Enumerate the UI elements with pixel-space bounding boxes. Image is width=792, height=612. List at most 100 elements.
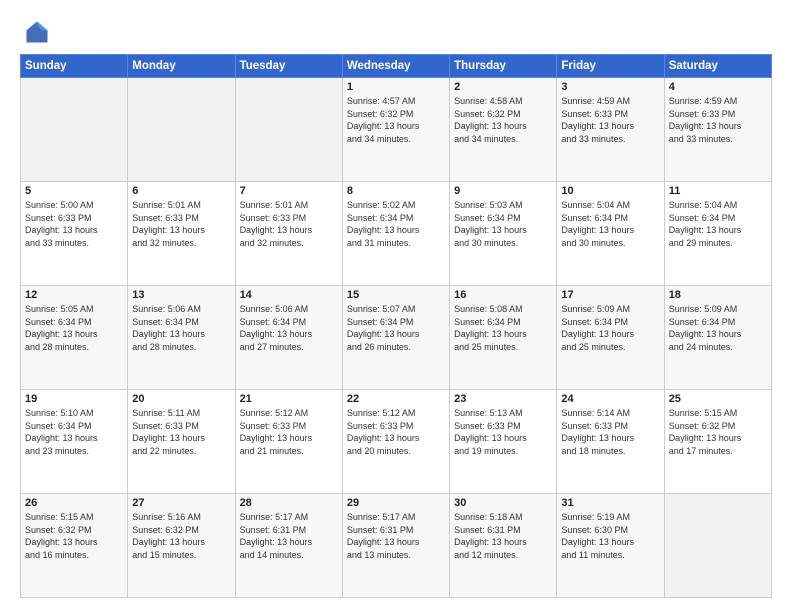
day-info: Sunrise: 5:15 AM Sunset: 6:32 PM Dayligh…	[25, 511, 123, 561]
day-number: 27	[132, 497, 230, 509]
day-info: Sunrise: 4:57 AM Sunset: 6:32 PM Dayligh…	[347, 95, 445, 145]
calendar-cell: 27Sunrise: 5:16 AM Sunset: 6:32 PM Dayli…	[128, 494, 235, 598]
day-number: 1	[347, 81, 445, 93]
day-info: Sunrise: 5:12 AM Sunset: 6:33 PM Dayligh…	[347, 407, 445, 457]
calendar-table: SundayMondayTuesdayWednesdayThursdayFrid…	[20, 54, 772, 598]
day-info: Sunrise: 5:03 AM Sunset: 6:34 PM Dayligh…	[454, 199, 552, 249]
day-number: 24	[561, 393, 659, 405]
calendar-cell: 25 Sunrise: 5:15 AM Sunset: 6:32 PM Dayli…	[664, 390, 771, 494]
weekday-header-wednesday: Wednesday	[342, 55, 449, 78]
calendar-header-row: SundayMondayTuesdayWednesdayThursdayFrid…	[21, 55, 772, 78]
weekday-header-friday: Friday	[557, 55, 664, 78]
weekday-header-thursday: Thursday	[450, 55, 557, 78]
day-number: 5	[25, 185, 123, 197]
day-info: Sunrise: 4:59 AM Sunset: 6:33 PM Dayligh…	[561, 95, 659, 145]
day-number: 23	[454, 393, 552, 405]
calendar-week-3: 12 Sunrise: 5:05 AM Sunset: 6:34 PM Dayli…	[21, 286, 772, 390]
day-info: Sunrise: 5:17 AM Sunset: 6:31 PM Dayligh…	[240, 511, 338, 561]
calendar-cell: 23 Sunrise: 5:13 AM Sunset: 6:33 PM Dayli…	[450, 390, 557, 494]
calendar-cell: 28 Sunrise: 5:17 AM Sunset: 6:31 PM Dayli…	[235, 494, 342, 598]
day-number: 19	[25, 393, 123, 405]
day-number: 29	[347, 497, 445, 509]
calendar-cell: 17 Sunrise: 5:09 AM Sunset: 6:34 PM Dayli…	[557, 286, 664, 390]
day-info: Sunrise: 5:10 AM Sunset: 6:34 PM Dayligh…	[25, 407, 123, 457]
day-info: Sunrise: 5:07 AM Sunset: 6:34 PM Dayligh…	[347, 303, 445, 353]
day-number: 12	[25, 289, 123, 301]
calendar-cell: 8 Sunrise: 5:02 AM Sunset: 6:34 PM Daylig…	[342, 182, 449, 286]
calendar-week-4: 19 Sunrise: 5:10 AM Sunset: 6:34 PM Dayli…	[21, 390, 772, 494]
day-info: Sunrise: 5:15 AM Sunset: 6:32 PM Dayligh…	[669, 407, 767, 457]
day-info: Sunrise: 5:17 AM Sunset: 6:31 PM Dayligh…	[347, 511, 445, 561]
day-number: 2	[454, 81, 552, 93]
calendar-cell: 6 Sunrise: 5:01 AM Sunset: 6:33 PM Daylig…	[128, 182, 235, 286]
calendar-cell: 19 Sunrise: 5:10 AM Sunset: 6:34 PM Dayli…	[21, 390, 128, 494]
day-number: 4	[669, 81, 767, 93]
calendar-cell	[21, 78, 128, 182]
day-info: Sunrise: 4:58 AM Sunset: 6:32 PM Dayligh…	[454, 95, 552, 145]
day-number: 17	[561, 289, 659, 301]
day-number: 21	[240, 393, 338, 405]
day-info: Sunrise: 5:06 AM Sunset: 6:34 PM Dayligh…	[132, 303, 230, 353]
calendar-cell: 24Sunrise: 5:14 AM Sunset: 6:33 PM Dayli…	[557, 390, 664, 494]
weekday-header-monday: Monday	[128, 55, 235, 78]
day-number: 11	[669, 185, 767, 197]
day-number: 15	[347, 289, 445, 301]
day-number: 18	[669, 289, 767, 301]
calendar-week-1: 1 Sunrise: 4:57 AM Sunset: 6:32 PM Daylig…	[21, 78, 772, 182]
calendar-cell: 11 Sunrise: 5:04 AM Sunset: 6:34 PM Dayli…	[664, 182, 771, 286]
calendar-cell: 20 Sunrise: 5:11 AM Sunset: 6:33 PM Dayli…	[128, 390, 235, 494]
calendar-cell: 14 Sunrise: 5:06 AM Sunset: 6:34 PM Dayli…	[235, 286, 342, 390]
calendar-week-5: 26Sunrise: 5:15 AM Sunset: 6:32 PM Dayli…	[21, 494, 772, 598]
calendar-cell: 5Sunrise: 5:00 AM Sunset: 6:33 PM Daylig…	[21, 182, 128, 286]
header	[20, 18, 772, 46]
logo-icon	[23, 18, 51, 46]
day-info: Sunrise: 5:09 AM Sunset: 6:34 PM Dayligh…	[669, 303, 767, 353]
day-info: Sunrise: 5:02 AM Sunset: 6:34 PM Dayligh…	[347, 199, 445, 249]
calendar-cell: 1 Sunrise: 4:57 AM Sunset: 6:32 PM Daylig…	[342, 78, 449, 182]
day-info: Sunrise: 5:12 AM Sunset: 6:33 PM Dayligh…	[240, 407, 338, 457]
calendar-cell: 29 Sunrise: 5:17 AM Sunset: 6:31 PM Dayli…	[342, 494, 449, 598]
day-info: Sunrise: 5:09 AM Sunset: 6:34 PM Dayligh…	[561, 303, 659, 353]
day-info: Sunrise: 5:18 AM Sunset: 6:31 PM Dayligh…	[454, 511, 552, 561]
day-number: 28	[240, 497, 338, 509]
calendar-cell	[128, 78, 235, 182]
day-info: Sunrise: 5:19 AM Sunset: 6:30 PM Dayligh…	[561, 511, 659, 561]
day-number: 13	[132, 289, 230, 301]
weekday-header-sunday: Sunday	[21, 55, 128, 78]
calendar-cell: 7Sunrise: 5:01 AM Sunset: 6:33 PM Daylig…	[235, 182, 342, 286]
day-number: 3	[561, 81, 659, 93]
calendar-week-2: 5Sunrise: 5:00 AM Sunset: 6:33 PM Daylig…	[21, 182, 772, 286]
calendar-cell: 13 Sunrise: 5:06 AM Sunset: 6:34 PM Dayli…	[128, 286, 235, 390]
calendar-cell: 18 Sunrise: 5:09 AM Sunset: 6:34 PM Dayli…	[664, 286, 771, 390]
day-number: 25	[669, 393, 767, 405]
calendar-cell: 21 Sunrise: 5:12 AM Sunset: 6:33 PM Dayli…	[235, 390, 342, 494]
weekday-header-saturday: Saturday	[664, 55, 771, 78]
calendar-cell: 16Sunrise: 5:08 AM Sunset: 6:34 PM Dayli…	[450, 286, 557, 390]
day-number: 6	[132, 185, 230, 197]
day-info: Sunrise: 5:05 AM Sunset: 6:34 PM Dayligh…	[25, 303, 123, 353]
calendar-cell: 2 Sunrise: 4:58 AM Sunset: 6:32 PM Daylig…	[450, 78, 557, 182]
calendar-cell: 15 Sunrise: 5:07 AM Sunset: 6:34 PM Dayli…	[342, 286, 449, 390]
day-number: 14	[240, 289, 338, 301]
day-info: Sunrise: 5:13 AM Sunset: 6:33 PM Dayligh…	[454, 407, 552, 457]
day-number: 8	[347, 185, 445, 197]
day-info: Sunrise: 5:04 AM Sunset: 6:34 PM Dayligh…	[561, 199, 659, 249]
day-info: Sunrise: 5:11 AM Sunset: 6:33 PM Dayligh…	[132, 407, 230, 457]
day-info: Sunrise: 5:04 AM Sunset: 6:34 PM Dayligh…	[669, 199, 767, 249]
day-info: Sunrise: 5:01 AM Sunset: 6:33 PM Dayligh…	[132, 199, 230, 249]
day-info: Sunrise: 5:08 AM Sunset: 6:34 PM Dayligh…	[454, 303, 552, 353]
calendar-cell: 30 Sunrise: 5:18 AM Sunset: 6:31 PM Dayli…	[450, 494, 557, 598]
calendar-cell: 9 Sunrise: 5:03 AM Sunset: 6:34 PM Daylig…	[450, 182, 557, 286]
day-number: 10	[561, 185, 659, 197]
day-number: 22	[347, 393, 445, 405]
calendar-cell	[235, 78, 342, 182]
calendar-cell: 4Sunrise: 4:59 AM Sunset: 6:33 PM Daylig…	[664, 78, 771, 182]
day-number: 30	[454, 497, 552, 509]
calendar-cell: 10 Sunrise: 5:04 AM Sunset: 6:34 PM Dayli…	[557, 182, 664, 286]
calendar-cell: 3 Sunrise: 4:59 AM Sunset: 6:33 PM Daylig…	[557, 78, 664, 182]
day-info: Sunrise: 5:06 AM Sunset: 6:34 PM Dayligh…	[240, 303, 338, 353]
day-number: 9	[454, 185, 552, 197]
calendar-cell	[664, 494, 771, 598]
day-number: 20	[132, 393, 230, 405]
weekday-header-tuesday: Tuesday	[235, 55, 342, 78]
